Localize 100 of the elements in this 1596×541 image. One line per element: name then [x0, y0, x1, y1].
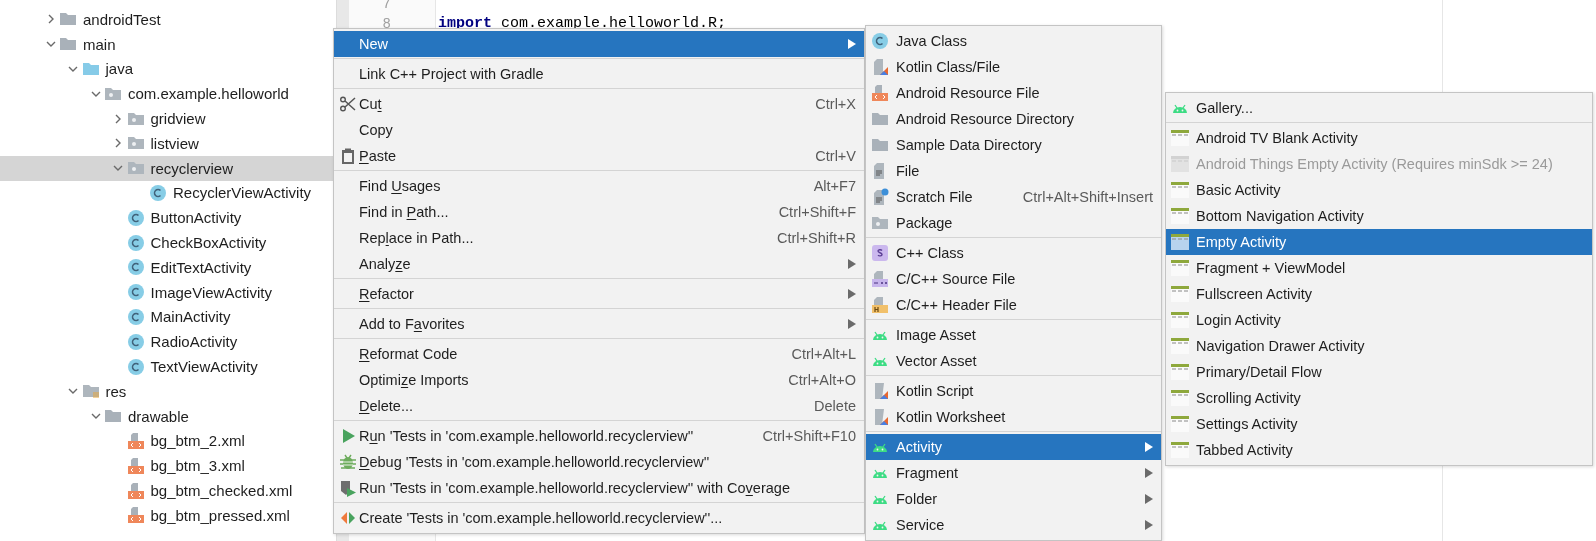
- tree-item[interactable]: EditTextActivity: [0, 254, 336, 280]
- tree-item[interactable]: drawable: [0, 403, 336, 429]
- menu-item[interactable]: Scratch File Ctrl+Alt+Shift+Insert: [866, 184, 1161, 210]
- menu-item[interactable]: Analyze: [334, 251, 864, 277]
- menu-item[interactable]: Create 'Tests in 'com.example.helloworld.recyclerview''...: [334, 505, 864, 531]
- tree-item[interactable]: androidTest: [0, 7, 336, 32]
- xml-file-icon: [126, 481, 145, 500]
- menu-item[interactable]: Fullscreen Activity: [1166, 281, 1592, 307]
- menu-item[interactable]: Replace in Path... Ctrl+Shift+R: [334, 225, 864, 251]
- class-icon: [126, 208, 145, 227]
- tree-item[interactable]: java: [0, 56, 336, 82]
- menu-item[interactable]: Vector Asset: [866, 348, 1161, 374]
- menu-item[interactable]: Run 'Tests in 'com.example.helloworld.recyclerview'' with Coverage: [334, 475, 864, 501]
- menu-item[interactable]: C++ Class: [866, 240, 1161, 266]
- tree-item[interactable]: main: [0, 31, 336, 57]
- menu-item[interactable]: Optimize Imports Ctrl+Alt+O: [334, 367, 864, 393]
- menu-item[interactable]: C/C++ Source File: [866, 266, 1161, 292]
- tree-item[interactable]: recyclerview: [0, 155, 336, 181]
- tree-item[interactable]: bg_btm_checked.xml: [0, 478, 336, 503]
- activity-template-icon: [1171, 415, 1189, 433]
- class-icon: [126, 258, 145, 277]
- menu-item[interactable]: New: [334, 31, 864, 57]
- menu-item[interactable]: Service: [866, 512, 1161, 538]
- menu-item[interactable]: Empty Activity: [1166, 229, 1592, 255]
- activity-template-icon: [1171, 441, 1189, 459]
- activity-template-icon: [1171, 337, 1189, 355]
- resource-folder-icon: [81, 382, 100, 401]
- menu-item[interactable]: Image Asset: [866, 322, 1161, 348]
- menu-item[interactable]: Paste Ctrl+V: [334, 143, 864, 169]
- activity-template-icon: [1171, 259, 1189, 277]
- menu-item[interactable]: File: [866, 158, 1161, 184]
- menu-item[interactable]: Debug 'Tests in 'com.example.helloworld.recyclerview'': [334, 449, 864, 475]
- menu-item[interactable]: Android Resource Directory: [866, 106, 1161, 132]
- xml-file-icon: [871, 84, 889, 102]
- menu-item[interactable]: Refactor: [334, 281, 864, 307]
- menu-item[interactable]: Kotlin Class/File: [866, 54, 1161, 80]
- class-icon: [149, 183, 167, 202]
- menu-item[interactable]: Primary/Detail Flow: [1166, 359, 1592, 385]
- class-icon: [126, 283, 145, 302]
- tree-item[interactable]: gridview: [0, 106, 336, 131]
- package-icon: [871, 214, 889, 232]
- menu-item[interactable]: C/C++ Header File: [866, 292, 1161, 318]
- menu-item[interactable]: Copy: [334, 117, 864, 143]
- menu-item[interactable]: Bottom Navigation Activity: [1166, 203, 1592, 229]
- tree-item[interactable]: RadioActivity: [0, 329, 336, 355]
- menu-item[interactable]: Basic Activity: [1166, 177, 1592, 203]
- menu-item[interactable]: Add to Favorites: [334, 311, 864, 337]
- activity-template-icon: [1171, 285, 1189, 303]
- menu-item[interactable]: Kotlin Worksheet: [866, 404, 1161, 430]
- menu-item[interactable]: Sample Data Directory: [866, 132, 1161, 158]
- menu-item[interactable]: Reformat Code Ctrl+Alt+L: [334, 341, 864, 367]
- cpp-header-icon: [871, 296, 889, 314]
- xml-file-icon: [126, 506, 145, 525]
- tree-item[interactable]: bg_btm_3.xml: [0, 453, 336, 479]
- tree-item[interactable]: RecyclerViewActivity: [0, 180, 336, 206]
- menu-item[interactable]: Kotlin Script: [866, 378, 1161, 404]
- tree-item[interactable]: ButtonActivity: [0, 205, 336, 231]
- tree-item[interactable]: CheckBoxActivity: [0, 230, 336, 255]
- class-icon: [126, 357, 145, 376]
- code-line: import com.example.helloworld.R;: [437, 14, 728, 34]
- menu-item[interactable]: Find Usages Alt+F7: [334, 173, 864, 199]
- menu-item[interactable]: Find in Path... Ctrl+Shift+F: [334, 199, 864, 225]
- menu-item[interactable]: Login Activity: [1166, 307, 1592, 333]
- menu-item[interactable]: Fragment: [866, 460, 1161, 486]
- menu-item[interactable]: Java Class: [866, 28, 1161, 54]
- activity-template-icon: [1171, 207, 1189, 225]
- menu-item[interactable]: Tabbed Activity: [1166, 437, 1592, 463]
- tree-item[interactable]: bg_btm_2.xml: [0, 428, 336, 454]
- menu-item[interactable]: Android TV Blank Activity: [1166, 125, 1592, 151]
- menu-item[interactable]: Package: [866, 210, 1161, 236]
- menu-item[interactable]: Fragment + ViewModel: [1166, 255, 1592, 281]
- menu-item[interactable]: Settings Activity: [1166, 411, 1592, 437]
- folder-icon: [81, 60, 100, 78]
- menu-item[interactable]: Scrolling Activity: [1166, 385, 1592, 411]
- menu-item[interactable]: Cut Ctrl+X: [334, 91, 864, 117]
- class-icon: [871, 32, 889, 50]
- tree-item[interactable]: com.example.helloworld: [0, 81, 336, 107]
- activity-template-icon: [1171, 363, 1189, 381]
- menu-item[interactable]: Gallery...: [1166, 95, 1592, 121]
- scratch-file-icon: [871, 188, 889, 206]
- menu-item[interactable]: Run 'Tests in 'com.example.helloworld.recyclerview'' Ctrl+Shift+F10: [334, 423, 864, 449]
- bug-icon: [339, 453, 357, 471]
- tree-item[interactable]: TextViewActivity: [0, 354, 336, 379]
- menu-item[interactable]: Android Resource File: [866, 80, 1161, 106]
- tree-item[interactable]: ImageViewActivity: [0, 279, 336, 305]
- tree-item[interactable]: listview: [0, 131, 336, 156]
- tree-item[interactable]: res: [0, 378, 336, 404]
- menu-item[interactable]: Navigation Drawer Activity: [1166, 333, 1592, 359]
- class-icon: [126, 233, 145, 252]
- tree-item[interactable]: bg_btm_pressed.xml: [0, 502, 336, 528]
- coverage-icon: [339, 479, 357, 497]
- class-icon: [126, 332, 145, 351]
- menu-item[interactable]: Link C++ Project with Gradle: [334, 61, 864, 87]
- tree-item[interactable]: MainActivity: [0, 304, 336, 330]
- scissors-icon: [339, 95, 357, 113]
- activity-template-icon: [1171, 233, 1189, 251]
- activity-template-icon: [1171, 389, 1189, 407]
- menu-item[interactable]: Delete... Delete: [334, 393, 864, 419]
- menu-item[interactable]: Folder: [866, 486, 1161, 512]
- menu-item[interactable]: Activity: [866, 434, 1161, 460]
